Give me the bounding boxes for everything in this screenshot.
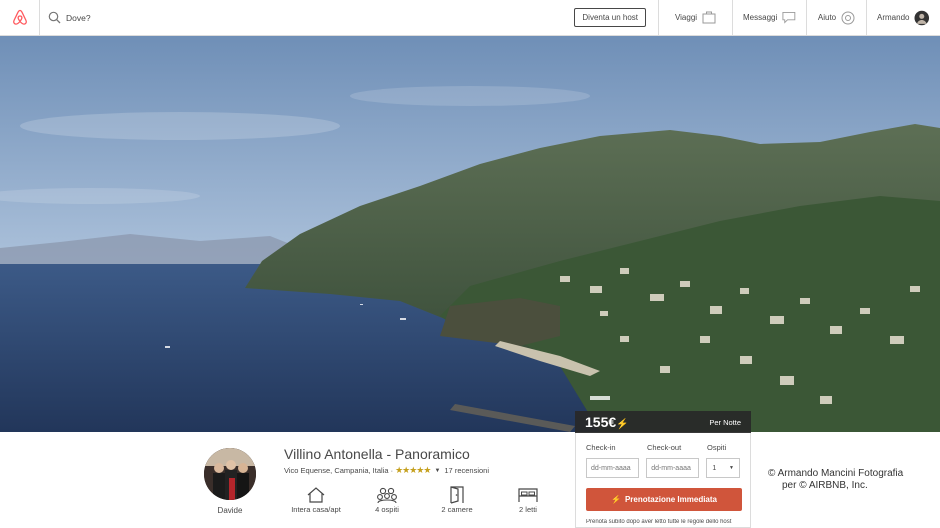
become-host-button[interactable]: Diventa un host (574, 8, 646, 27)
house-icon (307, 487, 325, 503)
chevron-down-icon: ▼ (729, 465, 734, 471)
price-per-night: 155€⚡ (585, 414, 629, 430)
top-nav: Dove? Diventa un host Viaggi Messaggi Ai… (0, 0, 940, 36)
checkin-label: Check-in (586, 443, 616, 452)
per-night-label: Per Notte (709, 417, 741, 427)
checkin-input[interactable]: dd-mm-aaaa (586, 458, 640, 478)
nav-help-label: Aiuto (817, 13, 837, 22)
reviews-caret-icon[interactable]: ▼ (434, 468, 440, 474)
feature-guests: 4 ospiti (367, 485, 407, 514)
reviews-link[interactable]: 17 recensioni (444, 466, 489, 475)
photo-credit-line2: per © AIRBNB, Inc. (782, 480, 868, 491)
search-field[interactable]: Dove? (40, 0, 574, 35)
instant-book-label: Prenotazione Immediata (624, 495, 717, 504)
guests-label: Ospiti (707, 443, 727, 452)
search-icon (48, 11, 61, 24)
nav-trips[interactable]: Viaggi (658, 0, 732, 35)
photo-credit: © Armando Mancini Fotografia per © AIRBN… (768, 468, 903, 492)
guests-icon (377, 487, 397, 504)
feature-guests-label: 4 ospiti (375, 505, 399, 514)
price-bar: 155€⚡ Per Notte (575, 411, 751, 433)
airbnb-logo-icon (12, 9, 27, 25)
nav-trips-label: Viaggi (674, 13, 698, 22)
bed-icon (518, 488, 538, 502)
hero-photo (0, 36, 940, 432)
feature-beds: 2 letti (510, 485, 546, 514)
feature-bedrooms: 2 camere (434, 485, 480, 514)
booking-fine-print: Prenota subito dopo aver letto tutte le … (586, 519, 732, 525)
nav-help[interactable]: Aiuto (806, 0, 866, 35)
photo-credit-line1: © Armando Mancini Fotografia (768, 468, 904, 479)
search-placeholder: Dove? (66, 12, 91, 23)
listing-location-row: Vico Equense, Campania, Italia · ★★★★★ ▼… (284, 465, 489, 476)
checkout-input[interactable]: dd-mm-aaaa (646, 458, 700, 478)
nav-messages[interactable]: Messaggi (732, 0, 806, 35)
lightning-icon: ⚡ (611, 495, 621, 504)
feature-beds-label: 2 letti (519, 505, 537, 514)
guests-select-value: 1 (712, 464, 717, 472)
message-icon (782, 12, 796, 24)
feature-room-type-label: Intera casa/apt (291, 505, 341, 514)
feature-bedrooms-label: 2 camere (441, 505, 473, 514)
instant-book-icon: ⚡ (616, 419, 629, 430)
airbnb-logo[interactable] (0, 0, 40, 35)
instant-book-button[interactable]: ⚡ Prenotazione Immediata (586, 488, 742, 511)
host-avatar[interactable] (204, 448, 256, 500)
user-avatar (914, 10, 930, 25)
door-icon (450, 486, 464, 504)
listing-location: Vico Equense, Campania, Italia · (284, 466, 394, 475)
nav-user-name: Armando (877, 13, 910, 22)
suitcase-icon (702, 11, 716, 24)
rating-stars: ★★★★★ (395, 465, 431, 475)
host-name: Davide (217, 506, 243, 515)
booking-panel: Check-in Check-out Ospiti dd-mm-aaaa dd-… (575, 433, 751, 528)
nav-messages-label: Messaggi (743, 13, 778, 22)
checkout-label: Check-out (647, 443, 682, 452)
feature-room-type: Intera casa/apt (286, 485, 346, 514)
help-icon (841, 11, 855, 24)
guests-select[interactable]: 1 ▼ (706, 458, 740, 478)
nav-user[interactable]: Armando (866, 0, 940, 35)
listing-title: Villino Antonella - Panoramico (284, 446, 470, 462)
